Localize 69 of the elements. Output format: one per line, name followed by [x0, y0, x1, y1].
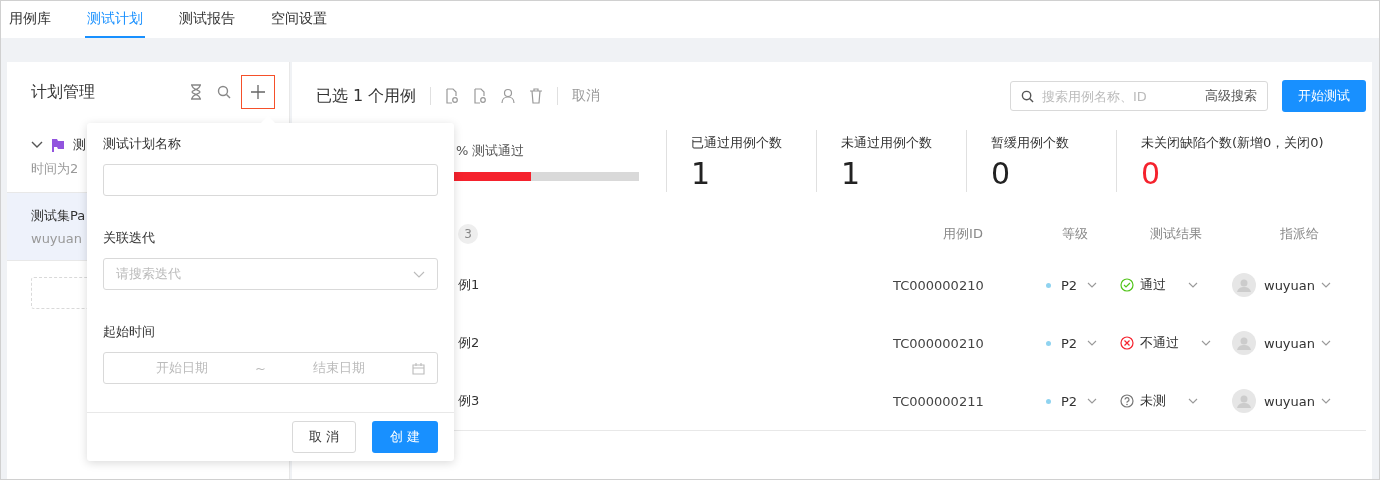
plan-name: 测 [73, 136, 86, 154]
chevron-icon[interactable] [31, 141, 43, 149]
stat-value: 0 [1141, 156, 1162, 192]
result-dropdown[interactable]: 不通过 [1140, 334, 1179, 352]
nav-tab[interactable]: 空间设置 [269, 1, 329, 38]
case-name: 例1 [458, 277, 480, 292]
search-field[interactable]: 搜索用例名称、ID 高级搜索 [1010, 81, 1268, 111]
nav-tab[interactable]: 用例库 [7, 1, 53, 38]
case-name: 例3 [458, 393, 480, 408]
stat-label: 暂缓用例个数 [991, 134, 1070, 152]
caret-icon[interactable] [1087, 398, 1098, 404]
priority-dropdown[interactable]: P2 [1061, 277, 1078, 293]
user-icon[interactable] [501, 88, 516, 104]
caret-icon[interactable] [1087, 340, 1098, 346]
advanced-search-link[interactable]: 高级搜索 [1205, 87, 1257, 105]
nav-tab[interactable]: 测试报告 [177, 1, 237, 38]
plus-icon [250, 84, 266, 100]
search-icon[interactable] [217, 85, 231, 99]
document-icon[interactable] [445, 88, 460, 104]
count-badge: 3 [458, 224, 478, 244]
assignee-dropdown[interactable]: wuyuan [1264, 393, 1315, 409]
search-icon [1021, 89, 1034, 103]
stat-value: 1 [691, 156, 712, 192]
stat-label: 已通过用例个数 [691, 134, 783, 152]
column-header: 测试结果 [1149, 225, 1203, 243]
plan-name: 测试集Pa [31, 207, 86, 225]
stat-label: 未通过用例个数 [841, 134, 933, 152]
stat-value: 1 [841, 156, 862, 192]
pass-rate-label: % 测试通过 [456, 141, 526, 160]
column-header: 指派给 [1278, 225, 1320, 243]
stat-value: 0 [991, 156, 1012, 192]
avatar-icon [1232, 331, 1256, 355]
assignee-dropdown[interactable]: wuyuan [1264, 277, 1315, 293]
calendar-icon [412, 361, 425, 375]
cancel-button[interactable]: 取 消 [292, 421, 356, 453]
case-id: TC000000211 [893, 393, 984, 409]
avatar-icon [1232, 389, 1256, 413]
caret-icon[interactable] [1321, 398, 1331, 404]
assignee-dropdown[interactable]: wuyuan [1264, 335, 1315, 351]
caret-icon[interactable] [1201, 340, 1211, 346]
avatar-icon [1232, 273, 1256, 297]
caret-icon[interactable] [1188, 398, 1198, 404]
selection-count: 已选 1 个用例 [316, 85, 417, 107]
hourglass-icon[interactable] [189, 84, 203, 100]
case-name: 例2 [458, 335, 480, 350]
priority-dropdown[interactable]: P2 [1061, 393, 1078, 409]
field-label: 关联迭代 [103, 229, 156, 247]
field-label: 起始时间 [103, 323, 156, 341]
document-icon[interactable] [473, 88, 488, 104]
column-header: 等级 [1061, 225, 1089, 243]
caret-icon[interactable] [1321, 340, 1331, 346]
column-header: 用例ID [942, 225, 984, 243]
field-label: 测试计划名称 [103, 135, 182, 153]
priority-dropdown[interactable]: P2 [1061, 335, 1078, 351]
add-button[interactable] [241, 75, 275, 109]
caret-icon [413, 270, 425, 278]
result-dropdown[interactable]: 未测 [1140, 392, 1166, 410]
plan-meta: wuyuan [31, 231, 82, 246]
caret-icon[interactable] [1188, 282, 1198, 288]
plan-meta: 时间为2 [31, 160, 79, 178]
case-id: TC000000210 [893, 277, 984, 293]
panel-title: 计划管理 [31, 81, 95, 103]
case-id: TC000000210 [893, 335, 984, 351]
caret-icon[interactable] [1087, 282, 1098, 288]
caret-icon[interactable] [1321, 282, 1331, 288]
plan-name-field[interactable] [103, 164, 438, 196]
result-dropdown[interactable]: 通过 [1140, 276, 1166, 294]
trash-icon[interactable] [529, 88, 544, 104]
stat-label: 未关闭缺陷个数(新增0，关闭0) [1141, 134, 1325, 152]
